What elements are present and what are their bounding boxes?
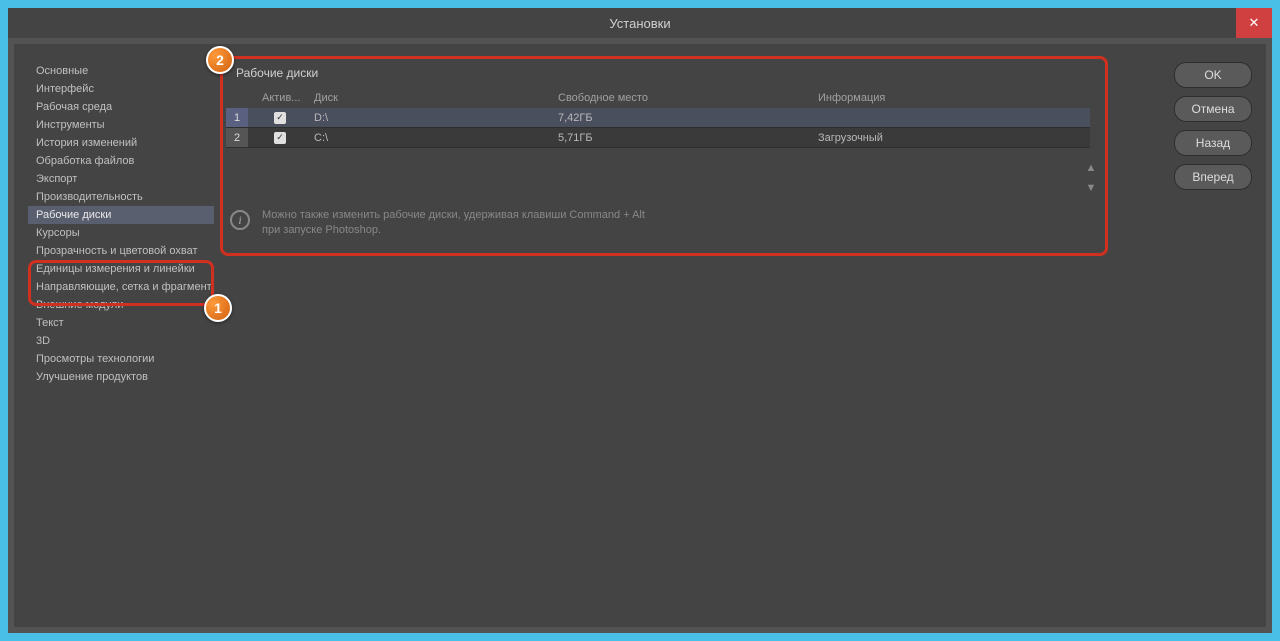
header-drive[interactable]: Диск: [298, 92, 558, 104]
table-row[interactable]: 2 ✓ C:\ 5,71ГБ Загрузочный: [226, 128, 1090, 148]
note-line: при запуске Photoshop.: [262, 223, 645, 238]
sidebar-item-interface[interactable]: Интерфейс: [28, 80, 214, 98]
content-area: Основные Интерфейс Рабочая среда Инструм…: [14, 44, 1266, 627]
scratch-disks-panel: Рабочие диски Актив... Диск Свободное ме…: [226, 62, 1162, 148]
move-up-button[interactable]: ▲: [1084, 162, 1098, 176]
row-free: 7,42ГБ: [558, 112, 818, 124]
titlebar: Установки ✕: [8, 8, 1272, 38]
table-row[interactable]: 1 ✓ D:\ 7,42ГБ: [226, 108, 1090, 128]
sidebar-item-workspace[interactable]: Рабочая среда: [28, 98, 214, 116]
sidebar-item-performance[interactable]: Производительность: [28, 188, 214, 206]
scratch-disks-table: Актив... Диск Свободное место Информация…: [226, 88, 1090, 148]
active-checkbox[interactable]: ✓: [274, 132, 286, 144]
sidebar-item-history[interactable]: История изменений: [28, 134, 214, 152]
cancel-button[interactable]: Отмена: [1174, 96, 1252, 122]
sidebar-item-file-handling[interactable]: Обработка файлов: [28, 152, 214, 170]
info-note: i Можно также изменить рабочие диски, уд…: [226, 208, 1162, 239]
info-icon: i: [230, 210, 250, 230]
window-title: Установки: [609, 16, 670, 31]
sidebar-item-general[interactable]: Основные: [28, 62, 214, 80]
close-icon: ✕: [1249, 15, 1260, 31]
sidebar-item-scratch-disks[interactable]: Рабочие диски: [28, 206, 214, 224]
active-checkbox[interactable]: ✓: [274, 112, 286, 124]
row-number: 2: [226, 128, 248, 147]
sidebar-item-transparency[interactable]: Прозрачность и цветовой охват: [28, 242, 214, 260]
dialog-buttons: OK Отмена Назад Вперед: [1174, 62, 1252, 609]
sidebar-item-units[interactable]: Единицы измерения и линейки: [28, 260, 214, 278]
ok-button[interactable]: OK: [1174, 62, 1252, 88]
reorder-arrows: ▲ ▼: [1084, 162, 1098, 196]
sidebar-item-tools[interactable]: Инструменты: [28, 116, 214, 134]
note-line: Можно также изменить рабочие диски, удер…: [262, 208, 645, 223]
move-down-button[interactable]: ▼: [1084, 182, 1098, 196]
table-header: Актив... Диск Свободное место Информация: [226, 88, 1090, 108]
row-info: Загрузочный: [818, 132, 1090, 144]
row-number: 1: [226, 108, 248, 127]
preferences-window: Установки ✕ Основные Интерфейс Рабочая с…: [8, 8, 1272, 633]
panel-title: Рабочие диски: [226, 62, 1162, 88]
sidebar-item-plugins[interactable]: Внешние модули: [28, 296, 214, 314]
sidebar-item-tech-previews[interactable]: Просмотры технологии: [28, 350, 214, 368]
main-panel: Рабочие диски Актив... Диск Свободное ме…: [226, 62, 1162, 609]
row-drive: C:\: [298, 132, 558, 144]
sidebar-item-export[interactable]: Экспорт: [28, 170, 214, 188]
close-button[interactable]: ✕: [1236, 8, 1272, 38]
header-info[interactable]: Информация: [818, 92, 1090, 104]
forward-button[interactable]: Вперед: [1174, 164, 1252, 190]
back-button[interactable]: Назад: [1174, 130, 1252, 156]
header-active[interactable]: Актив...: [248, 92, 298, 104]
sidebar: Основные Интерфейс Рабочая среда Инструм…: [28, 62, 214, 609]
sidebar-item-type[interactable]: Текст: [28, 314, 214, 332]
callout-badge-2: 2: [206, 46, 234, 74]
sidebar-item-3d[interactable]: 3D: [28, 332, 214, 350]
sidebar-item-product-improvement[interactable]: Улучшение продуктов: [28, 368, 214, 386]
header-free[interactable]: Свободное место: [558, 92, 818, 104]
sidebar-item-guides[interactable]: Направляющие, сетка и фрагменты: [28, 278, 214, 296]
sidebar-item-cursors[interactable]: Курсоры: [28, 224, 214, 242]
row-free: 5,71ГБ: [558, 132, 818, 144]
row-drive: D:\: [298, 112, 558, 124]
